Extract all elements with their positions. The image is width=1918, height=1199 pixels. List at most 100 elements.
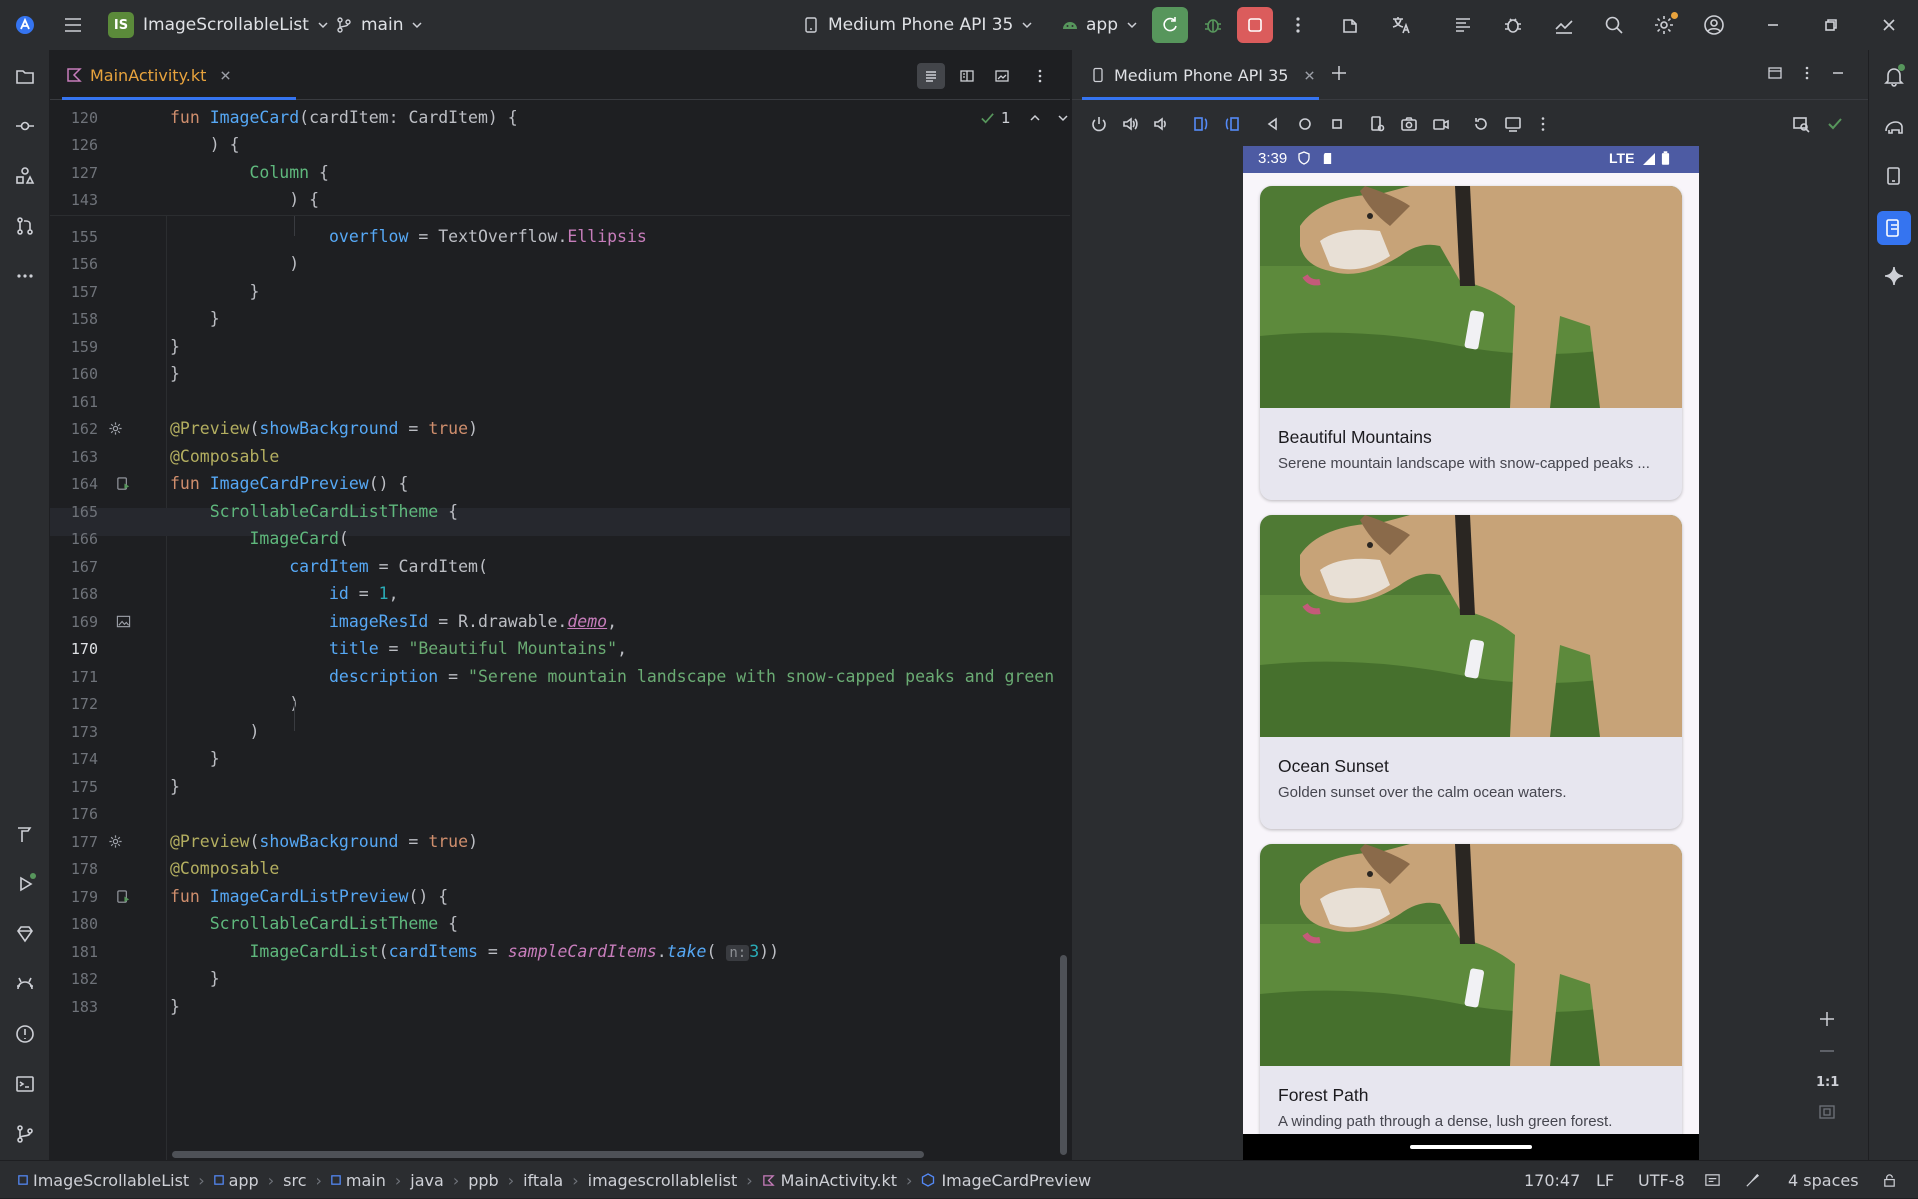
more-vertical-icon[interactable]	[1280, 7, 1316, 43]
line-ending[interactable]: LF	[1596, 1161, 1614, 1199]
screen-record-icon[interactable]	[1428, 111, 1454, 137]
extended-controls-icon[interactable]	[1500, 111, 1526, 137]
sync-gradle-icon[interactable]	[1333, 7, 1369, 43]
profiler-icon[interactable]	[1546, 7, 1582, 43]
zoom-fit-icon[interactable]	[1818, 1103, 1836, 1121]
breadcrumb-item[interactable]: java	[410, 1171, 444, 1190]
rotate-right-icon[interactable]	[1219, 111, 1245, 137]
run-tool-icon[interactable]	[10, 869, 40, 899]
pull-requests-icon[interactable]	[10, 211, 40, 241]
breadcrumb-item[interactable]: ImageCardPreview	[941, 1171, 1091, 1190]
memory-indicator-icon[interactable]	[1704, 1161, 1721, 1199]
run-preview-icon[interactable]	[116, 889, 131, 904]
layout-inspector-icon[interactable]	[1445, 7, 1481, 43]
close-window-icon[interactable]	[1871, 7, 1907, 43]
close-tab-icon[interactable]	[1304, 70, 1315, 81]
more-vertical-icon[interactable]	[1530, 111, 1556, 137]
more-horizontal-icon[interactable]	[10, 261, 40, 291]
snapshot-icon[interactable]	[1468, 111, 1494, 137]
image-resource-icon[interactable]	[116, 614, 131, 629]
inspection-widget[interactable]: 1	[980, 104, 1069, 132]
device-selector[interactable]: Medium Phone API 35	[802, 0, 1033, 50]
terminal-icon[interactable]	[10, 1069, 40, 1099]
rotate-left-icon[interactable]	[1188, 111, 1214, 137]
debug-bug-icon[interactable]	[1195, 7, 1231, 43]
project-folder-icon[interactable]	[10, 61, 40, 91]
more-vertical-icon[interactable]	[1799, 65, 1815, 81]
preview-settings-gear-icon[interactable]	[108, 834, 123, 849]
breadcrumb-item[interactable]: imagescrollablelist	[588, 1171, 738, 1190]
more-vertical-icon[interactable]	[1030, 63, 1050, 89]
minimize-icon[interactable]	[1755, 7, 1791, 43]
run-preview-icon[interactable]	[116, 476, 131, 491]
design-view-icon[interactable]	[988, 63, 1016, 89]
overview-icon[interactable]	[1324, 111, 1350, 137]
add-device-icon[interactable]	[1329, 63, 1349, 83]
restore-icon[interactable]	[1813, 7, 1849, 43]
commit-icon[interactable]	[10, 111, 40, 141]
rerun-icon[interactable]	[1152, 7, 1188, 43]
split-view-icon[interactable]	[953, 63, 981, 89]
preview-settings-gear-icon[interactable]	[108, 421, 123, 436]
volume-down-icon[interactable]	[1148, 111, 1174, 137]
search-icon[interactable]	[1596, 7, 1632, 43]
chevron-up-icon[interactable]	[1029, 112, 1041, 124]
device-screen[interactable]: 3:39 LTE Beautiful Mountains Serene moun…	[1243, 146, 1699, 1160]
app-inspection-icon[interactable]	[1495, 7, 1531, 43]
code-view-icon[interactable]	[917, 63, 945, 89]
tab-mainactivity[interactable]: MainActivity.kt	[66, 50, 231, 100]
volume-up-icon[interactable]	[1117, 111, 1143, 137]
back-icon[interactable]	[1260, 111, 1286, 137]
stop-icon[interactable]	[1237, 7, 1273, 43]
device-explorer-icon[interactable]	[1788, 111, 1814, 137]
main-menu-icon[interactable]	[55, 7, 91, 43]
resource-manager-icon[interactable]	[10, 161, 40, 191]
branch-selector[interactable]: main	[335, 0, 423, 50]
device-manager-icon[interactable]	[1879, 161, 1909, 191]
logcat-icon[interactable]	[10, 969, 40, 999]
version-control-icon[interactable]	[10, 1119, 40, 1149]
account-icon[interactable]	[1696, 7, 1732, 43]
running-devices-icon[interactable]	[1877, 211, 1911, 245]
breadcrumb-item[interactable]: main	[346, 1171, 386, 1190]
file-encoding[interactable]: UTF-8	[1638, 1161, 1685, 1199]
problems-icon[interactable]	[10, 1019, 40, 1049]
android-studio-logo-icon[interactable]	[7, 7, 43, 43]
window-layout-icon[interactable]	[1767, 65, 1783, 81]
caret-position[interactable]: 170:47	[1524, 1161, 1580, 1199]
image-card[interactable]: Forest Path A winding path through a den…	[1260, 844, 1682, 1158]
gradle-elephant-icon[interactable]	[1879, 111, 1909, 141]
breadcrumb-item[interactable]: ppb	[468, 1171, 498, 1190]
project-selector[interactable]: IS ImageScrollableList	[108, 0, 329, 50]
hide-panel-icon[interactable]	[1830, 65, 1846, 81]
translate-icon[interactable]	[1383, 7, 1419, 43]
lock-icon[interactable]	[1882, 1161, 1897, 1199]
breadcrumb-item[interactable]: iftala	[523, 1171, 563, 1190]
horizontal-scrollbar[interactable]	[172, 1151, 924, 1158]
home-icon[interactable]	[1292, 111, 1318, 137]
code-editor[interactable]: 120 fun ImageCard(cardItem: CardItem) { …	[50, 101, 1070, 1160]
device-settings-icon[interactable]	[1364, 111, 1390, 137]
breadcrumb-item[interactable]: src	[283, 1171, 306, 1190]
build-hammer-icon[interactable]	[10, 819, 40, 849]
image-card[interactable]: Beautiful Mountains Serene mountain land…	[1260, 186, 1682, 500]
run-config-selector[interactable]: app	[1060, 0, 1138, 50]
breadcrumb-item[interactable]: ImageScrollableList	[33, 1171, 189, 1190]
gemini-diamond-icon[interactable]	[10, 919, 40, 949]
breadcrumb-item[interactable]: app	[229, 1171, 259, 1190]
chevron-down-icon[interactable]	[1057, 112, 1069, 124]
screenshot-icon[interactable]	[1396, 111, 1422, 137]
zoom-in-icon[interactable]	[1817, 1009, 1837, 1029]
breadcrumb-item[interactable]: MainActivity.kt	[781, 1171, 897, 1190]
settings-gear-icon[interactable]	[1646, 7, 1682, 43]
gemini-sparkle-icon[interactable]	[1879, 261, 1909, 291]
vertical-scrollbar[interactable]	[1060, 955, 1067, 1155]
notifications-bell-icon[interactable]	[1879, 61, 1909, 91]
code-style-icon[interactable]	[1744, 1161, 1761, 1199]
image-card[interactable]: Ocean Sunset Golden sunset over the calm…	[1260, 515, 1682, 829]
close-tab-icon[interactable]	[220, 70, 231, 81]
zoom-out-icon[interactable]	[1817, 1041, 1837, 1061]
gesture-handle[interactable]	[1410, 1145, 1532, 1149]
tab-device[interactable]: Medium Phone API 35	[1090, 50, 1315, 100]
zoom-actual-size[interactable]: 1:1	[1816, 1075, 1839, 1090]
